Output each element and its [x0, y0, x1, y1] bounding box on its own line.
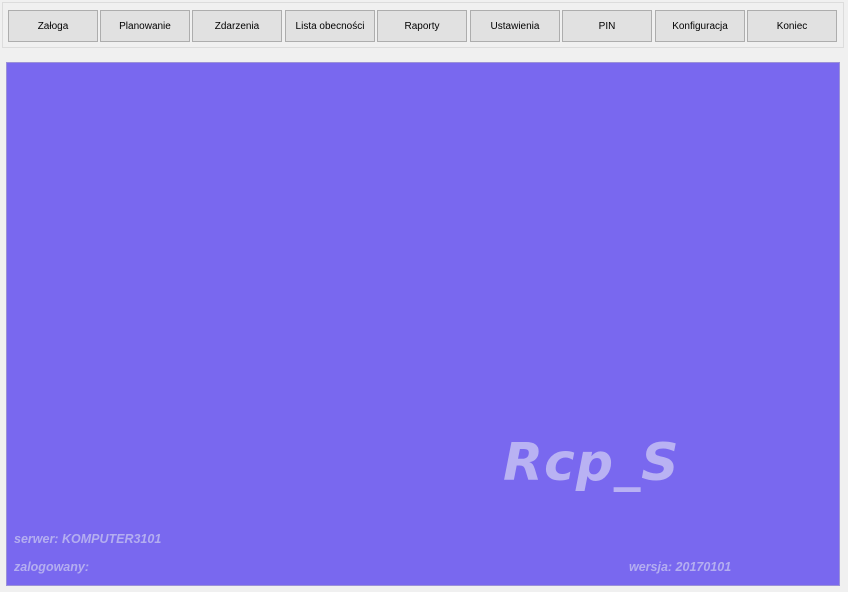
main-panel: Rcp_S serwer: KOMPUTER3101 zalogowany: w… [6, 62, 840, 586]
zaloga-button[interactable]: Załoga [8, 10, 98, 42]
konfiguracja-button[interactable]: Konfiguracja [655, 10, 745, 42]
version-label: wersja: 20170101 [629, 560, 732, 574]
raporty-button[interactable]: Raporty [377, 10, 467, 42]
zdarzenia-button[interactable]: Zdarzenia [192, 10, 282, 42]
main-window: Załoga Planowanie Zdarzenia Lista obecno… [0, 0, 848, 592]
koniec-button[interactable]: Koniec [747, 10, 837, 42]
planowanie-button[interactable]: Planowanie [100, 10, 190, 42]
app-logo-text: Rcp_S [503, 433, 680, 493]
logged-in-label: zalogowany: [14, 560, 90, 574]
pin-button[interactable]: PIN [562, 10, 652, 42]
lista-obecnosci-button[interactable]: Lista obecności [285, 10, 375, 42]
server-label: serwer: KOMPUTER3101 [14, 532, 162, 546]
ustawienia-button[interactable]: Ustawienia [470, 10, 560, 42]
toolbar: Załoga Planowanie Zdarzenia Lista obecno… [2, 2, 844, 48]
